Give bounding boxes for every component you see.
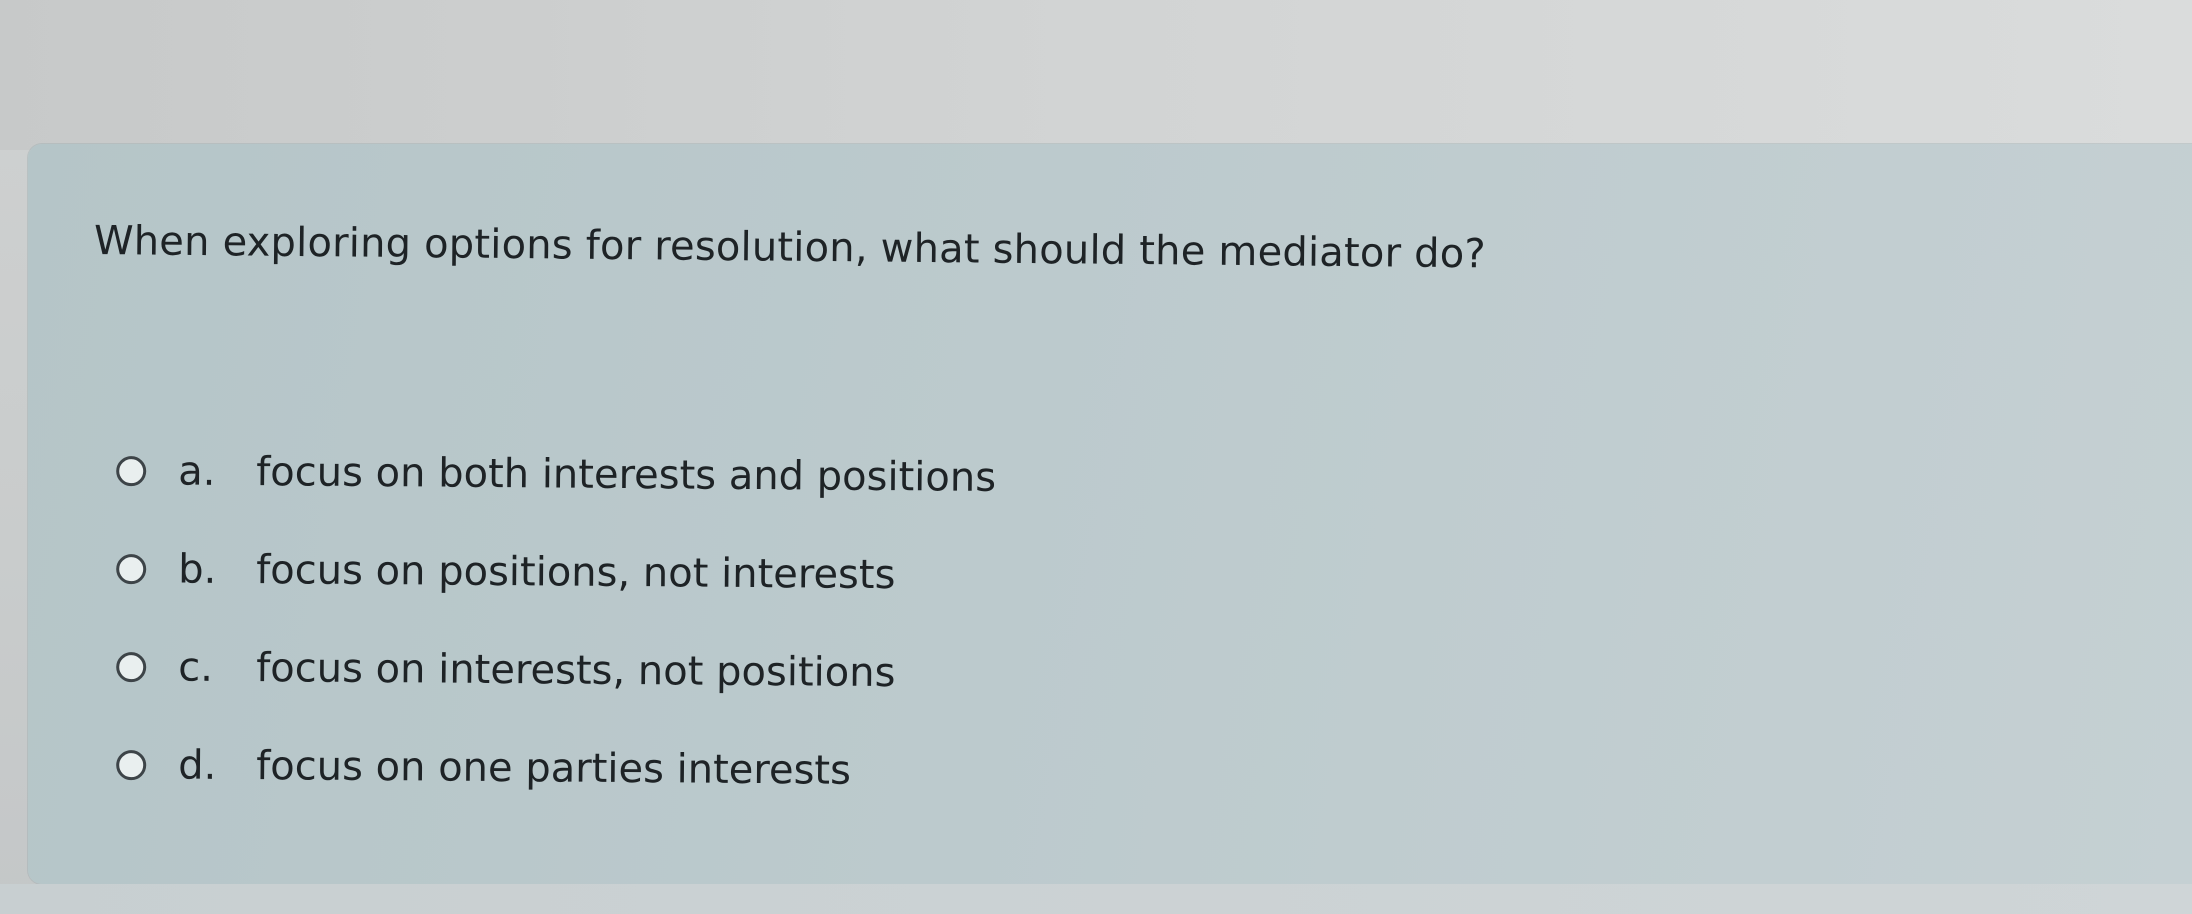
answer-letter-d: d. xyxy=(178,742,217,789)
radio-button-c[interactable] xyxy=(116,652,147,683)
answer-text-d: focus on one parties interests xyxy=(256,743,852,794)
answer-list: a. focus on both interests and positions… xyxy=(112,448,1312,840)
radio-button-a[interactable] xyxy=(116,456,147,487)
answer-text-c: focus on interests, not positions xyxy=(256,645,896,697)
radio-button-d[interactable] xyxy=(116,750,147,781)
answer-option-d[interactable]: d. focus on one parties interests xyxy=(112,742,1313,849)
answer-letter-b: b. xyxy=(178,546,217,593)
answer-text-a: focus on both interests and positions xyxy=(256,449,997,501)
answer-text-b: focus on positions, not interests xyxy=(256,547,896,599)
answer-option-c[interactable]: c. focus on interests, not positions xyxy=(112,644,1313,751)
answer-option-b[interactable]: b. focus on positions, not interests xyxy=(112,546,1313,653)
page-background-top xyxy=(0,0,2192,150)
answer-letter-a: a. xyxy=(178,448,216,495)
answer-letter-c: c. xyxy=(178,644,214,691)
page-background-bottom xyxy=(0,884,2192,914)
radio-button-b[interactable] xyxy=(116,554,147,585)
answer-option-a[interactable]: a. focus on both interests and positions xyxy=(112,448,1313,555)
